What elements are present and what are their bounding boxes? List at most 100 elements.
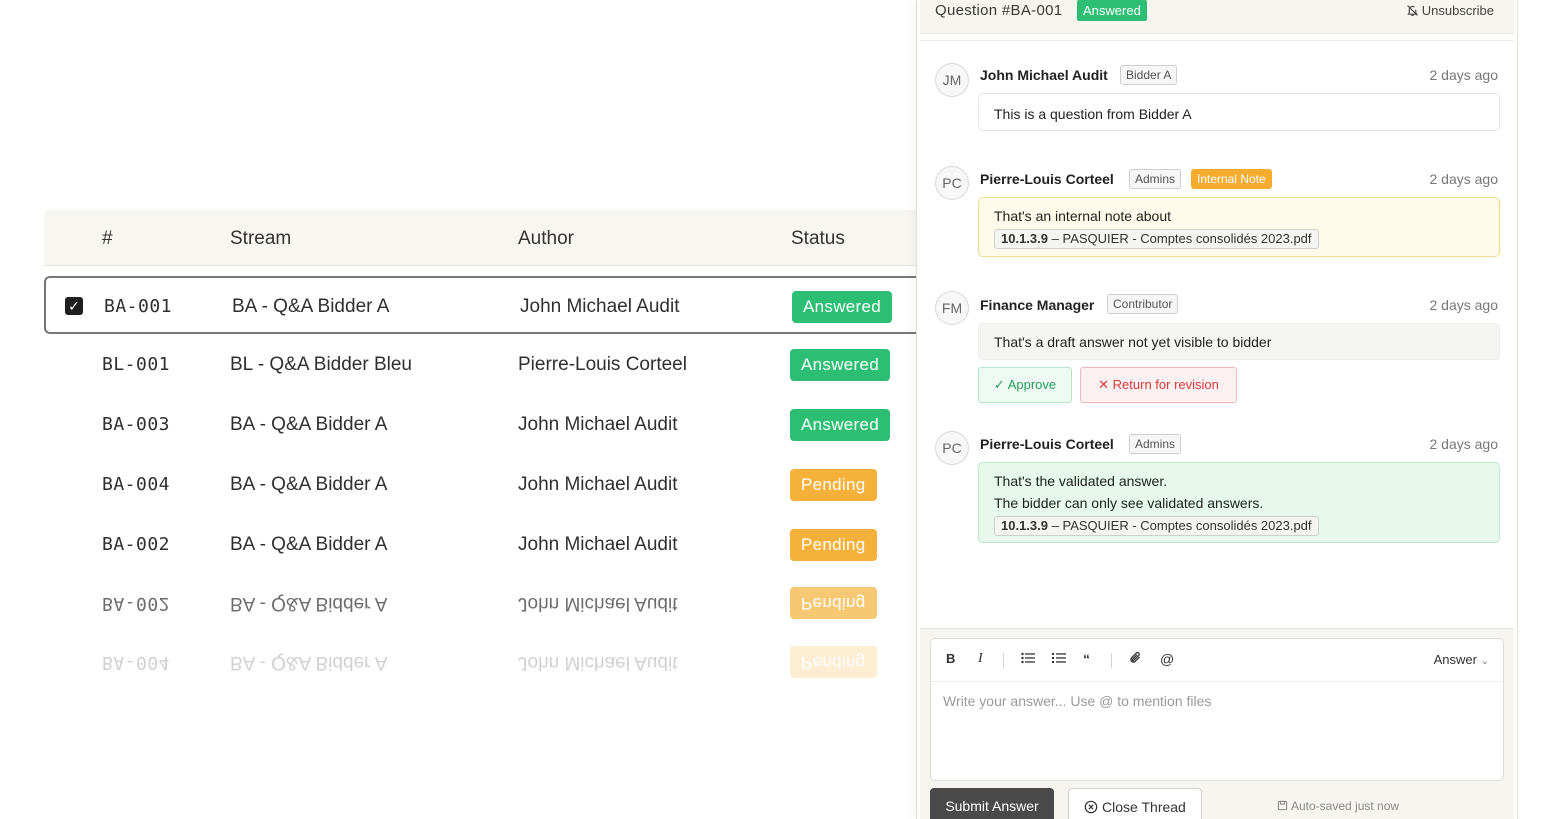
row-id: BL-001 — [102, 354, 171, 375]
status-badge: Answered — [790, 349, 890, 381]
column-header-stream[interactable]: Stream — [230, 228, 291, 250]
submit-answer-button[interactable]: Submit Answer — [930, 788, 1054, 819]
close-icon: ✕ — [1098, 377, 1110, 392]
unsubscribe-label: Unsubscribe — [1421, 3, 1494, 18]
save-icon — [1277, 800, 1288, 811]
close-thread-button[interactable]: Close Thread — [1068, 788, 1202, 819]
answer-composer: B I “ @ Answer ⌄ Write your answer... Us… — [920, 628, 1514, 819]
bullet-list-icon[interactable] — [1021, 651, 1035, 667]
author-name: Pierre-Louis Corteel — [980, 436, 1114, 452]
status-badge: Pending — [790, 646, 877, 678]
message-text: That's a draft answer not yet visible to… — [994, 334, 1272, 350]
message-text: That's an internal note about — [994, 208, 1172, 224]
avatar: PC — [935, 166, 969, 200]
column-header-author[interactable]: Author — [518, 228, 574, 250]
message-thread: JM John Michael Audit Bidder A 2 days ag… — [920, 40, 1514, 628]
message-body: That's the validated answer. The bidder … — [978, 462, 1500, 543]
message-text: This is a question from Bidder A — [994, 106, 1192, 122]
column-header-number[interactable]: # — [102, 228, 113, 250]
question-detail-panel: Question #BA-001 Answered Unsubscribe JM… — [916, 0, 1518, 819]
message-body: This is a question from Bidder A — [978, 93, 1500, 131]
file-separator: – — [1051, 518, 1059, 533]
row-stream: BA - Q&A Bidder A — [230, 652, 388, 673]
column-header-status[interactable]: Status — [791, 228, 845, 250]
file-reference[interactable]: 10.1.3.9 – PASQUIER - Comptes consolidés… — [994, 229, 1319, 249]
answer-input-placeholder: Write your answer... Use @ to mention fi… — [943, 693, 1212, 709]
author-name: Finance Manager — [980, 297, 1095, 313]
table-row[interactable]: BA-004 BA - Q&A Bidder A John Michael Au… — [44, 456, 916, 514]
autosave-status: Auto-saved just now — [1277, 799, 1399, 813]
row-stream: BA - Q&A Bidder A — [232, 296, 390, 317]
status-badge: Pending — [790, 469, 877, 501]
file-name: PASQUIER - Comptes consolidés 2023.pdf — [1062, 231, 1312, 246]
file-separator: – — [1051, 231, 1059, 246]
bold-icon[interactable]: B — [946, 651, 955, 666]
row-author: Pierre-Louis Corteel — [518, 354, 687, 375]
row-stream: BA - Q&A Bidder A — [230, 414, 388, 435]
message-body: That's a draft answer not yet visible to… — [978, 323, 1500, 360]
status-badge: Pending — [790, 587, 877, 619]
italic-icon[interactable]: I — [978, 651, 983, 667]
answer-type-label: Answer — [1433, 652, 1477, 667]
check-icon: ✓ — [993, 377, 1005, 392]
role-tag: Contributor — [1107, 294, 1179, 314]
mention-icon[interactable]: @ — [1160, 651, 1174, 667]
approve-button[interactable]: ✓ Approve — [978, 367, 1072, 403]
row-author: John Michael Audit — [518, 652, 678, 673]
close-thread-label: Close Thread — [1102, 799, 1186, 815]
approve-label: Approve — [1007, 377, 1057, 392]
table-row[interactable]: ✓ BA-001 BA - Q&A Bidder A John Michael … — [44, 276, 916, 334]
file-code: 10.1.3.9 — [1001, 518, 1048, 533]
row-author: John Michael Audit — [518, 474, 678, 495]
role-tag: Bidder A — [1120, 65, 1178, 85]
chevron-down-icon: ⌄ — [1480, 656, 1489, 667]
row-stream: BA - Q&A Bidder A — [230, 534, 388, 555]
file-code: 10.1.3.9 — [1001, 231, 1048, 246]
status-badge: Answered — [792, 291, 892, 323]
answer-editor[interactable]: B I “ @ Answer ⌄ Write your answer... Us… — [930, 638, 1504, 781]
table-row[interactable]: BL-001 BL - Q&A Bidder Bleu Pierre-Louis… — [44, 336, 916, 394]
row-checkbox[interactable]: ✓ — [65, 297, 83, 315]
table-row-reflection: BA-002 BA - Q&A Bidder A John Michael Au… — [44, 574, 916, 632]
editor-toolbar: B I “ @ Answer ⌄ — [931, 639, 1503, 682]
row-id: BA-001 — [104, 296, 173, 317]
panel-header: Question #BA-001 Answered Unsubscribe — [920, 0, 1514, 34]
role-tag: Admins — [1129, 434, 1182, 454]
unsubscribe-button[interactable]: Unsubscribe — [1406, 3, 1494, 18]
table-row[interactable]: BA-002 BA - Q&A Bidder A John Michael Au… — [44, 516, 916, 574]
author-name: John Michael Audit — [980, 67, 1108, 83]
return-for-revision-button[interactable]: ✕ Return for revision — [1080, 367, 1237, 403]
row-author: John Michael Audit — [518, 593, 678, 614]
author-name: Pierre-Louis Corteel — [980, 171, 1114, 187]
message-body: That's an internal note about 10.1.3.9 –… — [978, 197, 1500, 257]
row-id: BA-003 — [102, 414, 171, 435]
status-badge: Answered — [1077, 0, 1147, 21]
table-header: # Stream Author Status — [44, 210, 916, 266]
avatar: PC — [935, 431, 969, 465]
row-author: John Michael Audit — [518, 414, 678, 435]
avatar: FM — [935, 291, 969, 325]
message-time: 2 days ago — [1429, 297, 1499, 313]
table-row[interactable]: BA-003 BA - Q&A Bidder A John Michael Au… — [44, 396, 916, 454]
numbered-list-icon[interactable] — [1052, 651, 1066, 667]
attachment-icon[interactable] — [1129, 651, 1142, 667]
avatar: JM — [935, 63, 969, 97]
autosave-label: Auto-saved just now — [1291, 799, 1400, 813]
file-reference[interactable]: 10.1.3.9 – PASQUIER - Comptes consolidés… — [994, 516, 1319, 536]
return-label: Return for revision — [1112, 377, 1219, 392]
table-row-reflection: BA-004 BA - Q&A Bidder A John Michael Au… — [44, 633, 916, 691]
row-stream: BL - Q&A Bidder Bleu — [230, 354, 413, 375]
toolbar-divider — [1003, 653, 1004, 668]
internal-note-tag: Internal Note — [1191, 169, 1272, 189]
role-tag: Admins — [1129, 169, 1182, 189]
row-id: BA-004 — [102, 652, 171, 673]
bell-off-icon — [1406, 5, 1418, 16]
message-time: 2 days ago — [1429, 67, 1499, 83]
quote-icon[interactable]: “ — [1083, 651, 1090, 667]
answer-type-select[interactable]: Answer ⌄ — [1434, 652, 1489, 667]
message-time: 2 days ago — [1429, 436, 1499, 452]
toolbar-divider — [1111, 653, 1112, 668]
row-id: BA-002 — [102, 593, 171, 614]
row-stream: BA - Q&A Bidder A — [230, 593, 388, 614]
message-time: 2 days ago — [1429, 171, 1499, 187]
